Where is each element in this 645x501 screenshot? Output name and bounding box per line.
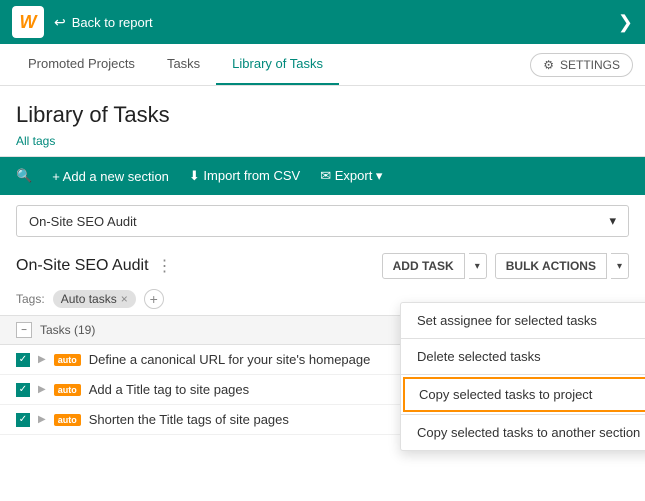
- top-navigation: W ↩ Back to report ❯: [0, 0, 645, 44]
- context-menu-wrapper: Set assignee for selected tasks Delete s…: [400, 302, 645, 451]
- task-checkbox-3[interactable]: ✓: [16, 413, 30, 427]
- page-header: Library of Tasks All tags: [0, 86, 645, 157]
- expand-icon-1[interactable]: ▶: [38, 354, 46, 365]
- tags-label: Tags:: [16, 292, 45, 306]
- chevron-down-icon: ▾: [609, 213, 616, 229]
- expand-icon-2[interactable]: ▶: [38, 384, 46, 395]
- settings-button[interactable]: ⚙ SETTINGS: [530, 53, 633, 77]
- search-icon: 🔍: [16, 168, 32, 184]
- context-menu-copy-to-project[interactable]: Copy selected tasks to project: [403, 377, 645, 412]
- bulk-actions-button[interactable]: BULK ACTIONS: [495, 253, 607, 279]
- add-task-arrow-button[interactable]: ▾: [469, 253, 487, 279]
- auto-badge-3: auto: [54, 414, 81, 426]
- context-menu-set-assignee[interactable]: Set assignee for selected tasks: [401, 303, 645, 338]
- task-checkbox-1[interactable]: ✓: [16, 353, 30, 367]
- section-dropdown[interactable]: On-Site SEO Audit ▾: [16, 205, 629, 237]
- collapse-button[interactable]: −: [16, 322, 32, 338]
- tab-bar: Promoted Projects Tasks Library of Tasks…: [0, 44, 645, 86]
- task-text-2: Add a Title tag to site pages: [89, 382, 249, 397]
- search-button[interactable]: 🔍: [16, 168, 32, 184]
- top-nav-left: W ↩ Back to report: [12, 6, 153, 38]
- add-section-button[interactable]: + Add a new section: [52, 169, 169, 184]
- wrike-logo: W: [12, 6, 44, 38]
- section-header: On-Site SEO Audit ⋮ ADD TASK ▾ BULK ACTI…: [0, 247, 645, 285]
- context-menu-divider-2: [401, 374, 645, 375]
- expand-icon-3[interactable]: ▶: [38, 414, 46, 425]
- collapse-icon[interactable]: ❯: [618, 12, 633, 33]
- add-tag-button[interactable]: +: [144, 289, 164, 309]
- remove-tag-icon[interactable]: ×: [121, 292, 128, 306]
- back-arrow-icon: ↩: [54, 14, 66, 31]
- tab-library-of-tasks[interactable]: Library of Tasks: [216, 44, 339, 85]
- tabs: Promoted Projects Tasks Library of Tasks: [12, 44, 339, 85]
- auto-badge-2: auto: [54, 384, 81, 396]
- context-menu-delete[interactable]: Delete selected tasks: [401, 339, 645, 374]
- add-task-button[interactable]: ADD TASK: [382, 253, 465, 279]
- context-menu: Set assignee for selected tasks Delete s…: [400, 302, 645, 451]
- auto-badge-1: auto: [54, 354, 81, 366]
- task-text-3: Shorten the Title tags of site pages: [89, 412, 289, 427]
- page-title: Library of Tasks: [16, 102, 629, 128]
- task-text-1: Define a canonical URL for your site's h…: [89, 352, 371, 367]
- more-options-icon[interactable]: ⋮: [157, 256, 173, 276]
- gear-icon: ⚙: [543, 58, 554, 72]
- section-dropdown-container: On-Site SEO Audit ▾: [0, 195, 645, 247]
- export-button[interactable]: ✉ Export ▾: [320, 168, 382, 184]
- tab-tasks[interactable]: Tasks: [151, 44, 216, 85]
- section-actions: ADD TASK ▾ BULK ACTIONS ▾: [382, 253, 629, 279]
- action-toolbar: 🔍 + Add a new section ⬇ Import from CSV …: [0, 157, 645, 195]
- all-tags-link[interactable]: All tags: [16, 134, 629, 148]
- import-csv-button[interactable]: ⬇ Import from CSV: [189, 168, 300, 184]
- back-link[interactable]: ↩ Back to report: [54, 14, 153, 31]
- bulk-actions-arrow-button[interactable]: ▾: [611, 253, 629, 279]
- tab-promoted-projects[interactable]: Promoted Projects: [12, 44, 151, 85]
- tag-chip-auto-tasks: Auto tasks ×: [53, 290, 136, 308]
- task-checkbox-2[interactable]: ✓: [16, 383, 30, 397]
- context-menu-copy-to-section[interactable]: Copy selected tasks to another section: [401, 415, 645, 450]
- section-title: On-Site SEO Audit ⋮: [16, 256, 173, 276]
